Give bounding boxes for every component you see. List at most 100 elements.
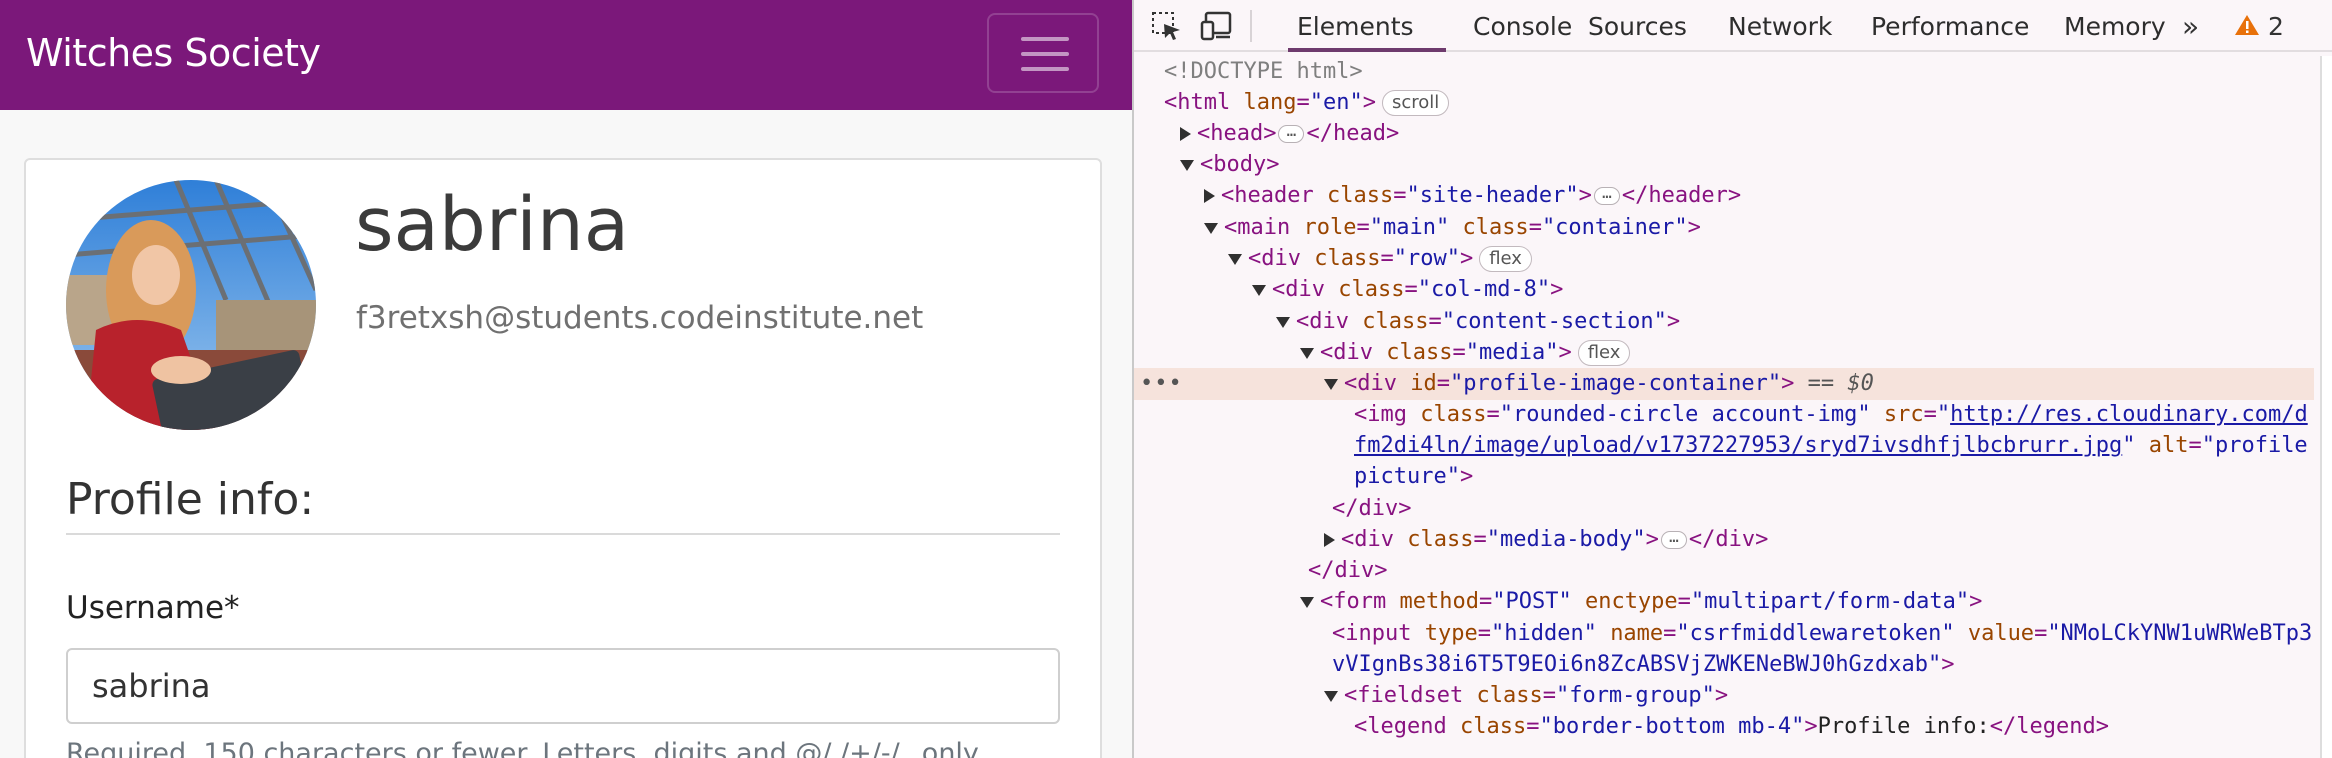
tag-text: > — [1941, 652, 1955, 677]
dom-node-img-cont[interactable]: picture"> — [1134, 461, 2314, 493]
dom-node-html[interactable]: <html lang="en"> scroll — [1134, 87, 2314, 119]
flex-badge[interactable]: flex — [1479, 246, 1532, 272]
collapse-arrow-icon[interactable] — [1180, 159, 1194, 171]
attr-value: "csrfmiddlewaretoken" — [1676, 621, 1955, 646]
tag-text: <fieldset — [1344, 683, 1464, 708]
collapse-arrow-icon[interactable] — [1204, 222, 1218, 234]
collapse-arrow-icon[interactable] — [1300, 347, 1314, 359]
expand-arrow-icon[interactable] — [1324, 533, 1335, 547]
attr-value: "multipart/form-data" — [1690, 589, 1970, 614]
tag-text: <div — [1272, 277, 1325, 302]
website-viewport: Witches Society sabrina f3retxsh@student… — [0, 0, 1132, 758]
scroll-badge[interactable]: scroll — [1381, 90, 1450, 116]
dom-node-img-cont[interactable]: fm2di4ln/image/upload/v1737227953/sryd7i… — [1134, 430, 2314, 462]
tag-text: </div> — [1688, 527, 1769, 552]
img-src-link[interactable]: fm2di4ln/image/upload/v1737227953/sryd7i… — [1354, 433, 2122, 458]
dom-node-img[interactable]: <img class="rounded-circle account-img" … — [1134, 399, 2314, 431]
hamburger-icon — [1021, 52, 1069, 56]
dom-node-input-cont[interactable]: vVIgnBs38i6T5T9EOi6n8ZcABSVjZWKENeBWJ0hG… — [1134, 649, 2314, 681]
expand-arrow-icon[interactable] — [1180, 127, 1191, 141]
dom-node-profile-image-container[interactable]: ••• <div id="profile-image-container"> =… — [1134, 368, 2314, 400]
tag-text: <img — [1354, 402, 1407, 427]
device-toolbar-icon[interactable] — [1200, 10, 1234, 42]
double-chevron-icon[interactable]: » — [2182, 10, 2199, 43]
tab-performance[interactable]: Performance — [1871, 12, 2029, 41]
expand-arrow-icon[interactable] — [1204, 189, 1215, 203]
tag-text: > — [1578, 183, 1592, 208]
dom-node-form[interactable]: <form method="POST" enctype="multipart/f… — [1134, 586, 2314, 618]
dom-node-doctype[interactable]: <!DOCTYPE html> — [1134, 56, 2314, 88]
attr-value: "content-section" — [1441, 309, 1667, 334]
attr-name: lang — [1243, 90, 1297, 115]
attr-value: picture" — [1354, 464, 1460, 489]
brand-logo-link[interactable]: Witches Society — [26, 31, 321, 75]
tab-network[interactable]: Network — [1728, 12, 1832, 41]
styles-pane-edge[interactable] — [2320, 56, 2332, 758]
dom-node-media-body[interactable]: <div class="media-body">… </div> — [1134, 524, 2314, 556]
active-tab-indicator — [1288, 48, 1446, 52]
warning-icon[interactable] — [2234, 13, 2260, 37]
attr-value: " — [2122, 433, 2136, 458]
tab-console[interactable]: Console — [1473, 12, 1572, 41]
selected-node-marker: == $0 — [1807, 371, 1874, 396]
dom-node-head[interactable]: <head>… </head> — [1134, 118, 2314, 150]
dom-node-fieldset[interactable]: <fieldset class="form-group"> — [1134, 680, 2314, 712]
tag-text: <legend — [1354, 714, 1447, 739]
collapse-arrow-icon[interactable] — [1324, 378, 1338, 390]
dom-node-body[interactable]: <body> — [1134, 149, 2314, 181]
tag-text: </head> — [1306, 121, 1400, 146]
site-header: Witches Society — [0, 0, 1132, 110]
collapse-arrow-icon[interactable] — [1252, 284, 1266, 296]
dom-node-content-section[interactable]: <div class="content-section"> — [1134, 306, 2314, 338]
dom-node-close[interactable]: </div> — [1134, 493, 2314, 525]
username-help-text: Required. 150 characters or fewer. Lette… — [66, 738, 984, 758]
dom-node-legend[interactable]: <legend class="border-bottom mb-4">Profi… — [1134, 711, 2314, 743]
dom-node-main[interactable]: <main role="main" class="container"> — [1134, 212, 2314, 244]
collapse-arrow-icon[interactable] — [1300, 596, 1314, 608]
attr-value: vVIgnBs38i6T5T9EOi6n8ZcABSVjZWKENeBWJ0hG… — [1332, 652, 1942, 677]
collapse-arrow-icon[interactable] — [1276, 316, 1290, 328]
tag-text: <main — [1224, 215, 1291, 240]
attr-value: "rounded-circle account-img" — [1499, 402, 1871, 427]
tag-text: <div — [1320, 340, 1373, 365]
attr-name: class — [1362, 309, 1429, 334]
more-options-icon[interactable]: ••• — [1140, 368, 1183, 400]
dom-tree: <!DOCTYPE html> <html lang="en"> scroll <… — [1134, 56, 2324, 758]
username-input[interactable] — [66, 648, 1060, 724]
tab-memory[interactable]: Memory — [2064, 12, 2166, 41]
ellipsis-icon[interactable]: … — [1660, 529, 1687, 549]
inspect-element-icon[interactable] — [1150, 10, 1184, 42]
attr-value: "media" — [1465, 340, 1559, 365]
attr-name: alt — [2148, 433, 2189, 458]
dom-node-media[interactable]: <div class="media"> flex — [1134, 337, 2314, 369]
attr-name: class — [1338, 277, 1405, 302]
tag-text: > — [1781, 371, 1795, 396]
tag-text: > — [1550, 277, 1564, 302]
flex-badge[interactable]: flex — [1577, 340, 1631, 366]
warning-count[interactable]: 2 — [2268, 12, 2284, 41]
tab-elements[interactable]: Elements — [1297, 12, 1414, 41]
attr-name: id — [1410, 371, 1437, 396]
navbar-toggle-button[interactable] — [987, 13, 1099, 93]
dom-node-row[interactable]: <div class="row"> flex — [1134, 243, 2314, 275]
tag-text: <html — [1164, 90, 1231, 115]
img-src-link[interactable]: http://res.cloudinary.com/d — [1950, 402, 2308, 427]
dom-node-input[interactable]: <input type="hidden" name="csrfmiddlewar… — [1134, 618, 2314, 650]
attr-name: type — [1424, 621, 1478, 646]
tag-text: > — [1687, 215, 1701, 240]
attr-value: "media-body" — [1486, 527, 1646, 552]
tab-sources[interactable]: Sources — [1588, 12, 1687, 41]
dom-node-col[interactable]: <div class="col-md-8"> — [1134, 274, 2314, 306]
dom-node-header[interactable]: <header class="site-header">… </header> — [1134, 180, 2314, 212]
attr-value: "row" — [1393, 246, 1460, 271]
tag-text: > — [1804, 714, 1818, 739]
tag-text: > — [1558, 340, 1572, 365]
ellipsis-icon[interactable]: … — [1593, 185, 1620, 205]
tag-text: > — [1645, 527, 1659, 552]
dom-node-close[interactable]: </div> — [1134, 555, 2314, 587]
collapse-arrow-icon[interactable] — [1324, 690, 1338, 702]
collapse-arrow-icon[interactable] — [1228, 253, 1242, 265]
tag-text: <header — [1221, 183, 1314, 208]
attr-value: " — [1936, 402, 1951, 427]
ellipsis-icon[interactable]: … — [1278, 123, 1305, 143]
